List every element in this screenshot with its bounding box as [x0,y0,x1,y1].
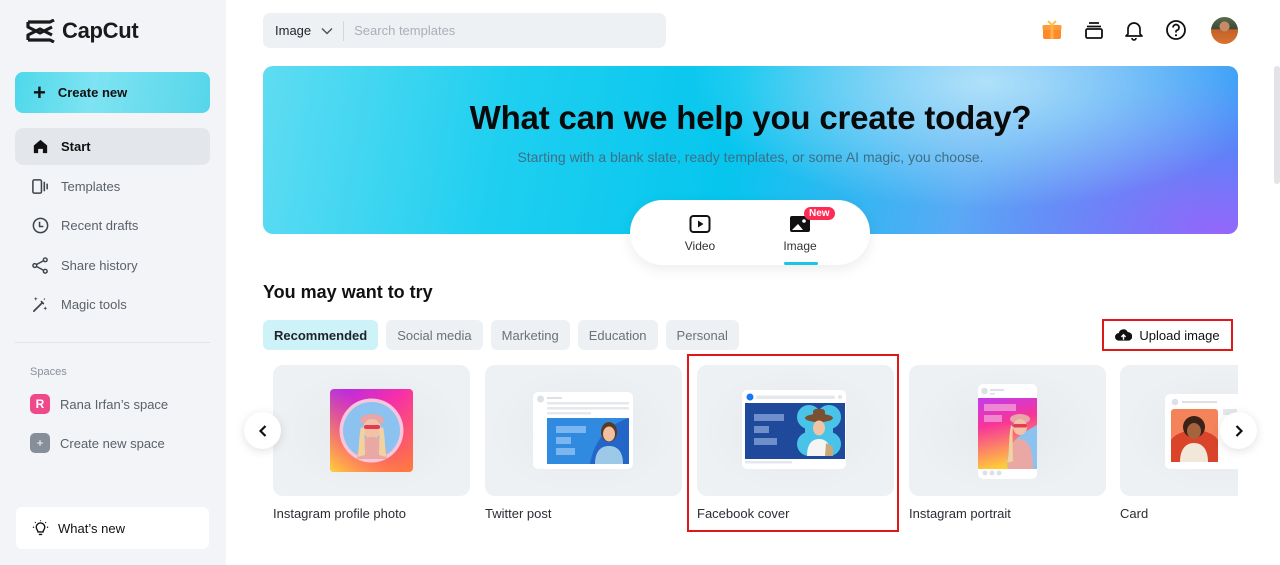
search-input[interactable] [344,23,645,38]
chip-education[interactable]: Education [577,320,658,350]
clock-icon [32,217,49,234]
sidebar-item-magic-tools[interactable]: Magic tools [15,286,210,323]
card-label: Twitter post [485,506,552,521]
active-tab-indicator [784,262,818,265]
whats-new-label: What’s new [58,520,125,536]
search-bar: Image [263,13,666,48]
capcut-logo[interactable]: CapCut [26,18,139,44]
sidebar-item-label: Templates [61,178,121,194]
sidebar: CapCut + Create new Start Templates Rece… [0,0,226,565]
template-card-instagram-portrait[interactable]: Instagram portrait [909,365,1106,521]
hero-title: What can we help you create today? [469,99,1032,136]
card-thumbnail [697,365,894,496]
chevron-right-icon [1235,424,1243,437]
sidebar-divider [15,342,210,343]
card-label: Instagram profile photo [273,506,406,521]
twitter-post-illustration [533,392,633,469]
lightbulb-icon [32,519,49,535]
new-badge: New [804,207,835,220]
template-card-card[interactable]: Card [1120,365,1238,521]
card-label: Facebook cover [697,506,790,521]
upload-image-label: Upload image [1139,327,1220,343]
page-scrollbar[interactable] [1274,66,1280,184]
tab-video[interactable]: Video [670,214,730,253]
sidebar-item-share-history[interactable]: Share history [15,247,210,284]
space-label: Rana Irfan’s space [60,396,169,412]
mode-switch: Video Image New [630,200,870,265]
user-avatar[interactable] [1211,17,1238,44]
create-new-label: Create new [57,85,128,100]
bell-icon [1125,22,1143,41]
plus-icon: + [30,433,50,453]
carousel-next-button[interactable] [1220,412,1257,449]
chip-recommended[interactable]: Recommended [263,320,379,350]
carousel-clip: Card [1120,365,1238,535]
stack-icon [1085,22,1103,39]
instagram-portrait-illustration [978,384,1037,479]
section-title: You may want to try [263,282,433,302]
card-thumbnail [909,365,1106,496]
space-avatar: R [30,394,50,414]
card-label: Card [1120,506,1149,521]
category-chips: Recommended Social media Marketing Educa… [263,320,739,350]
search-type-value: Image [275,23,312,38]
share-icon [32,256,48,274]
card-thumbnail [273,365,470,496]
video-icon [689,215,711,233]
sidebar-item-label: Recent drafts [61,218,139,233]
magic-wand-icon [32,296,48,313]
help-button[interactable] [1164,18,1188,42]
carousel-prev-button[interactable] [244,412,281,449]
chevron-left-icon [258,424,266,437]
chip-social-media[interactable]: Social media [386,320,483,350]
template-card-twitter-post[interactable]: Twitter post [485,365,682,521]
sidebar-item-recent-drafts[interactable]: Recent drafts [15,207,210,244]
hero-subtitle: Starting with a blank slate, ready templ… [517,149,984,165]
projects-button[interactable] [1082,18,1106,42]
card-thumbnail [485,365,682,496]
sidebar-nav: Start Templates Recent drafts Share hist… [15,128,210,326]
sidebar-item-label: Share history [61,257,138,273]
chip-marketing[interactable]: Marketing [490,320,570,350]
spaces-heading: Spaces [30,366,67,378]
templates-icon [32,178,48,194]
capcut-logo-icon [26,19,55,43]
chip-personal[interactable]: Personal [665,320,739,350]
space-item-rana-irfan[interactable]: R Rana Irfan’s space [30,394,168,414]
card-label: Instagram portrait [909,506,1011,521]
help-icon [1166,20,1186,40]
space-label: Create new space [60,435,165,451]
home-icon [33,139,48,154]
instagram-profile-illustration [330,389,413,472]
sidebar-item-label: Magic tools [61,297,127,312]
plus-icon: + [33,79,46,105]
app-name: CapCut [62,18,139,43]
create-new-button[interactable]: + Create new [15,72,210,113]
template-card-facebook-cover[interactable]: Facebook cover [697,365,894,521]
create-new-space-button[interactable]: + Create new space [30,433,165,453]
sidebar-item-templates[interactable]: Templates [15,168,210,205]
sidebar-item-label: Start [61,139,91,154]
tab-video-label: Video [684,239,716,253]
upload-image-button[interactable]: Upload image [1102,319,1233,351]
facebook-cover-illustration [742,390,846,469]
chevron-down-icon [321,27,333,35]
gift-button[interactable] [1040,18,1064,42]
whats-new-button[interactable]: What’s new [16,507,209,549]
sidebar-item-start[interactable]: Start [15,128,210,165]
tab-image-label: Image [783,239,817,253]
gift-icon [1042,20,1062,39]
notifications-button[interactable] [1122,18,1146,42]
template-card-instagram-profile-photo[interactable]: Instagram profile photo [273,365,470,521]
cloud-upload-icon [1115,329,1133,341]
search-type-dropdown[interactable]: Image [263,23,333,38]
